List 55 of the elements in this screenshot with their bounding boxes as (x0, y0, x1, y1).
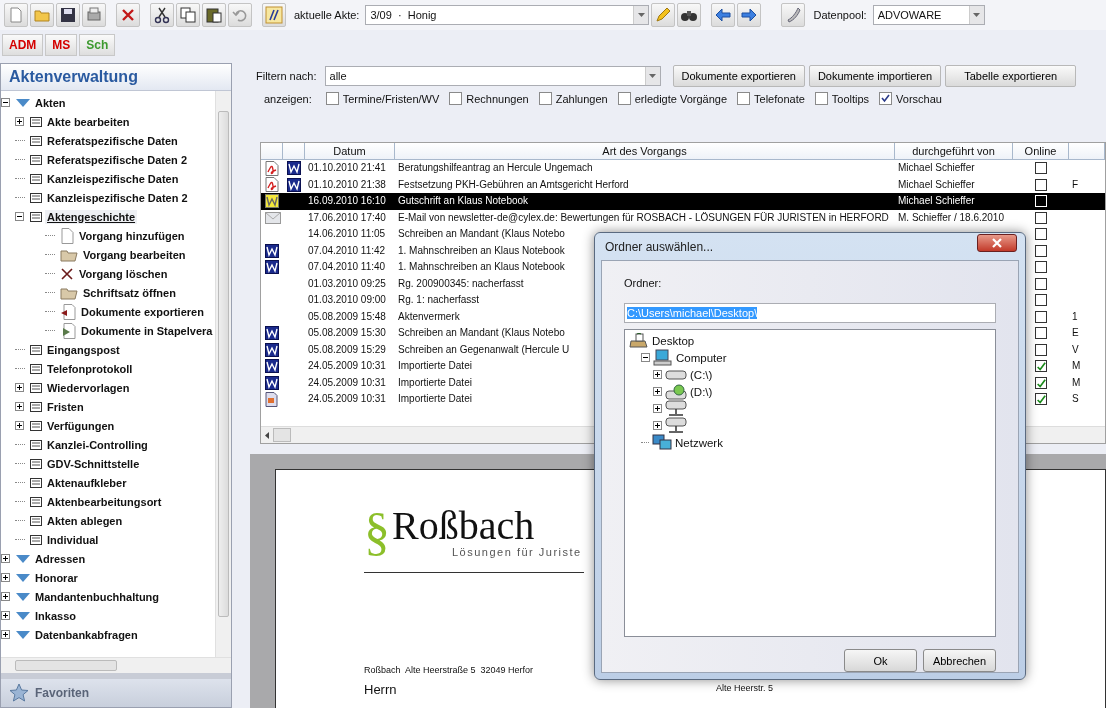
date-cell: 01.03.2010 09:00 (308, 294, 386, 306)
date-cell: 05.08.2009 15:30 (308, 327, 386, 339)
date-cell: 01.10.2010 21:41 (308, 162, 386, 174)
table-cell: 1. Mahnschreiben an Klaus Notebook (398, 261, 565, 273)
table-cell: E-Mail von newsletter-de@cylex.de: Bewertungen für ROSBACH - LÖSUNGEN FÜR JURISTEN in HERFORD (398, 211, 889, 223)
table-cell: Michael Schieffer (898, 162, 975, 174)
table-cell: Gutschrift an Klaus Notebook (398, 195, 529, 207)
table-cell: M. Schieffer / 18.6.2010 (898, 211, 1004, 223)
logo-name: Roßbach (392, 506, 536, 546)
date-cell: 17.06.2010 17:40 (308, 211, 386, 223)
date-cell: 14.06.2010 11:05 (308, 228, 386, 240)
table-cell: Schreiben an Mandant (Klaus Notebo (398, 327, 565, 339)
table-cell: Beratungshilfeantrag an Hercule Ungemach (398, 162, 593, 174)
show-label: anzeigen: (263, 92, 313, 105)
data-pool-label: Datenpool: (812, 9, 868, 21)
date-cell: 01.10.2010 21:38 (308, 178, 386, 190)
table-cell: Importierte Datei (398, 360, 472, 372)
favorites-label: Favoriten (35, 686, 89, 700)
filter-label: Filtern nach: (255, 70, 318, 82)
table-cell: S (1072, 393, 1079, 405)
address-line: Alte Heerstr. 5 (716, 683, 774, 693)
table-cell: 1. Mahnschreiben an Klaus Notebook (398, 244, 565, 256)
date-cell: 05.08.2009 15:48 (308, 310, 386, 322)
date-cell: 01.03.2010 09:25 (308, 277, 386, 289)
logo-tagline: Lösungen für Juriste (451, 546, 582, 558)
table-cell: E (1072, 327, 1079, 339)
date-cell: 05.08.2009 15:29 (308, 343, 386, 355)
table-cell: Schreiben an Gegenanwalt (Hercule U (398, 343, 570, 355)
table-cell: Michael Schieffer (898, 195, 975, 207)
table-cell: Rg. 1: nacherfasst (398, 294, 480, 306)
sender-line: Roßbach Alte Heerstraße 5 32049 Herfor (364, 665, 534, 675)
date-cell: 07.04.2010 11:42 (308, 244, 386, 256)
table-cell: Schreiben an Mandant (Klaus Notebo (398, 228, 565, 240)
table-cell: Importierte Datei (398, 376, 472, 388)
table-cell: M (1072, 376, 1081, 388)
folder-label: Ordner: (624, 277, 663, 289)
table-cell: Rg. 200900345: nacherfasst (398, 277, 524, 289)
table-cell: Aktenvermerk (398, 310, 460, 322)
dialog-title: Ordner auswählen... (605, 239, 714, 254)
date-cell: 16.09.2010 16:10 (308, 195, 386, 207)
table-cell: 1 (1072, 310, 1078, 322)
date-cell: 24.05.2009 10:31 (308, 393, 386, 405)
table-cell: Festsetzung PKH-Gebühren an Amtsgericht Herford (398, 178, 629, 190)
recipient-line: Herrn (364, 683, 398, 697)
table-cell: V (1072, 343, 1079, 355)
table-cell: Michael Schieffer (898, 178, 975, 190)
sidebar-title: Aktenverwaltung (1, 64, 231, 91)
date-cell: 24.05.2009 10:31 (308, 376, 386, 388)
current-file-label: aktuelle Akte: (293, 9, 361, 21)
date-cell: 07.04.2010 11:40 (308, 261, 386, 273)
table-cell: M (1072, 360, 1081, 372)
table-cell: Importierte Datei (398, 393, 472, 405)
date-cell: 24.05.2009 10:31 (308, 360, 386, 372)
table-cell: F (1072, 178, 1079, 190)
logo-mark: § (364, 506, 390, 558)
